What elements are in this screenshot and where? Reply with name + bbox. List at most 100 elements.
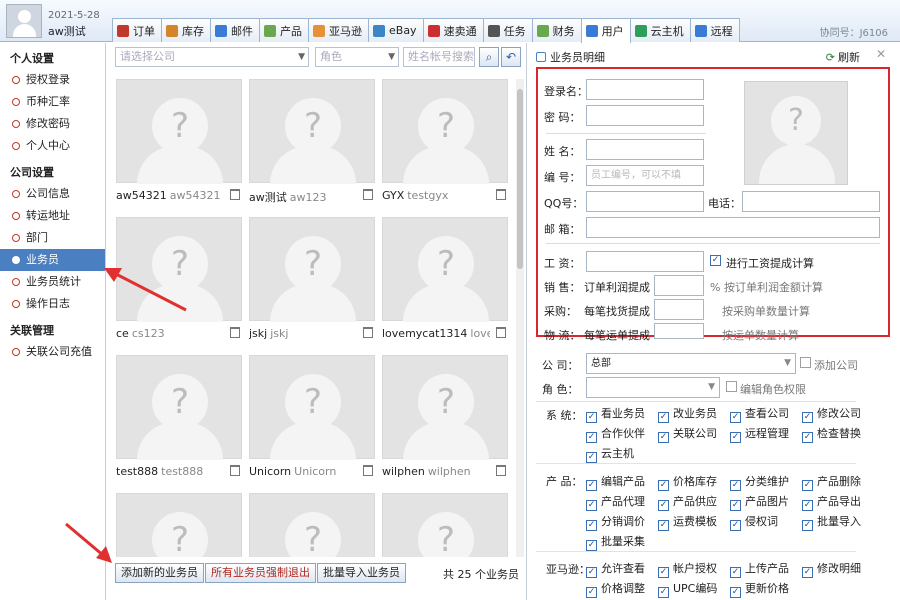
salesperson-card[interactable]: ? — [116, 493, 242, 557]
salary-input[interactable] — [586, 251, 704, 272]
salesperson-card[interactable]: ? test888 test888 — [116, 355, 242, 485]
permission-option[interactable]: ✓ 编辑产品 — [586, 473, 645, 491]
permission-option[interactable]: ✓ 批量导入 — [802, 513, 861, 531]
salesperson-card[interactable]: ? aw54321 aw54321 — [116, 79, 242, 209]
permission-checkbox[interactable]: ✓ — [586, 500, 597, 511]
permission-checkbox[interactable]: ✓ — [802, 480, 813, 491]
tab-stock[interactable]: 库存 — [161, 18, 211, 42]
permission-checkbox[interactable]: ✓ — [658, 432, 669, 443]
salesperson-card[interactable]: ? jskj jskj — [249, 217, 375, 347]
permission-option[interactable]: ✓ 产品代理 — [586, 493, 645, 511]
salesperson-card[interactable]: ? aw测试 aw123 — [249, 79, 375, 209]
permission-checkbox[interactable]: ✓ — [658, 500, 669, 511]
permission-checkbox[interactable]: ✓ — [730, 567, 741, 578]
permission-checkbox[interactable]: ✓ — [586, 480, 597, 491]
permission-option[interactable]: ✓ 检查替换 — [802, 425, 861, 443]
nav-item[interactable]: 关联公司充值 — [0, 341, 105, 363]
tab-task[interactable]: 任务 — [482, 18, 533, 42]
salesperson-card[interactable]: ? — [382, 493, 508, 557]
trash-icon[interactable] — [496, 327, 506, 338]
permission-option[interactable]: ✓ 帐户授权 — [658, 560, 717, 578]
qq-input[interactable] — [586, 191, 704, 212]
salesperson-card[interactable]: ? Unicorn Unicorn — [249, 355, 375, 485]
role-select[interactable]: ▼ — [586, 377, 720, 398]
permission-checkbox[interactable]: ✓ — [802, 412, 813, 423]
permission-checkbox[interactable]: ✓ — [802, 520, 813, 531]
salesperson-card[interactable]: ? wilphen wilphen — [382, 355, 508, 485]
permission-checkbox[interactable]: ✓ — [730, 432, 741, 443]
login-input[interactable] — [586, 79, 704, 100]
permission-checkbox[interactable]: ✓ — [586, 452, 597, 463]
nav-item[interactable]: 修改密码 — [0, 113, 105, 135]
tab-ebay[interactable]: eBay — [368, 18, 424, 42]
permission-checkbox[interactable]: ✓ — [586, 432, 597, 443]
number-input[interactable]: 员工编号，可以不填 — [586, 165, 704, 186]
permission-option[interactable]: ✓ 看业务员 — [586, 405, 645, 423]
permission-checkbox[interactable]: ✓ — [730, 587, 741, 598]
salary-calc-checkbox[interactable]: ✓ — [710, 255, 721, 266]
company-select[interactable]: 总部 ▼ — [586, 353, 796, 374]
nav-item[interactable]: 业务员 — [0, 249, 105, 271]
password-input[interactable] — [586, 105, 704, 126]
tab-product[interactable]: 产品 — [259, 18, 309, 42]
tab-amazon[interactable]: 亚马逊 — [308, 18, 369, 42]
batch-import-button[interactable]: 批量导入业务员 — [317, 563, 406, 583]
tab-user[interactable]: 用户 — [580, 18, 631, 43]
add-salesperson-button[interactable]: 添加新的业务员 — [115, 563, 204, 583]
sales-rate-input[interactable] — [654, 275, 704, 296]
role-select[interactable]: 角色 ▼ — [315, 47, 399, 67]
purchase-rate-input[interactable] — [654, 299, 704, 320]
salesperson-card[interactable]: ? ce cs123 — [116, 217, 242, 347]
close-icon[interactable]: ✕ — [876, 47, 886, 61]
permission-checkbox[interactable]: ✓ — [658, 480, 669, 491]
permission-option[interactable]: ✓ 分销调价 — [586, 513, 645, 531]
trash-icon[interactable] — [363, 189, 373, 200]
permission-option[interactable]: ✓ 关联公司 — [658, 425, 717, 443]
trash-icon[interactable] — [363, 327, 373, 338]
nav-item[interactable]: 个人中心 — [0, 135, 105, 157]
salesperson-photo[interactable]: ? — [744, 81, 848, 185]
permission-option[interactable]: ✓ 产品供应 — [658, 493, 717, 511]
back-button[interactable]: ↶ — [501, 47, 521, 67]
permission-option[interactable]: ✓ 批量采集 — [586, 533, 645, 551]
nav-item[interactable]: 业务员统计 — [0, 271, 105, 293]
email-input[interactable] — [586, 217, 880, 238]
permission-option[interactable]: ✓ 侵权词 — [730, 513, 778, 531]
permission-checkbox[interactable]: ✓ — [658, 412, 669, 423]
permission-option[interactable]: ✓ 改业务员 — [658, 405, 717, 423]
nav-item[interactable]: 授权登录 — [0, 69, 105, 91]
trash-icon[interactable] — [363, 465, 373, 476]
search-input[interactable]: 姓名帐号搜索 — [403, 47, 475, 67]
tab-order[interactable]: 订单 — [112, 18, 162, 42]
permission-checkbox[interactable]: ✓ — [586, 587, 597, 598]
phone-input[interactable] — [742, 191, 880, 212]
salesperson-card[interactable]: ? lovemycat1314lovem — [382, 217, 508, 347]
permission-option[interactable]: ✓ 产品图片 — [730, 493, 789, 511]
permission-option[interactable]: ✓ 远程管理 — [730, 425, 789, 443]
permission-option[interactable]: ✓ 合作伙伴 — [586, 425, 645, 443]
permission-option[interactable]: ✓ 允许查看 — [586, 560, 645, 578]
permission-option[interactable]: ✓ 修改公司 — [802, 405, 861, 423]
company-select[interactable]: 请选择公司 ▼ — [115, 47, 309, 67]
nav-item[interactable]: 转运地址 — [0, 205, 105, 227]
nav-item[interactable]: 币种汇率 — [0, 91, 105, 113]
nav-item[interactable]: 公司信息 — [0, 183, 105, 205]
trash-icon[interactable] — [496, 465, 506, 476]
name-input[interactable] — [586, 139, 704, 160]
permission-checkbox[interactable]: ✓ — [730, 480, 741, 491]
permission-option[interactable]: ✓ UPC编码 — [658, 580, 717, 598]
tab-remote[interactable]: 远程 — [689, 18, 740, 42]
permission-option[interactable]: ✓ 分类维护 — [730, 473, 789, 491]
tab-finance[interactable]: 财务 — [531, 18, 582, 42]
permission-option[interactable]: ✓ 更新价格 — [730, 580, 789, 598]
salesperson-card[interactable]: ? — [249, 493, 375, 557]
trash-icon[interactable] — [230, 327, 240, 338]
trash-icon[interactable] — [230, 465, 240, 476]
search-button[interactable]: ⌕ — [479, 47, 499, 67]
permission-checkbox[interactable]: ✓ — [802, 500, 813, 511]
permission-option[interactable]: ✓ 云主机 — [586, 445, 634, 463]
permission-option[interactable]: ✓ 运费模板 — [658, 513, 717, 531]
grid-scrollbar[interactable] — [516, 79, 524, 557]
tab-aliexpress[interactable]: 速卖通 — [422, 18, 484, 42]
permission-checkbox[interactable]: ✓ — [658, 567, 669, 578]
